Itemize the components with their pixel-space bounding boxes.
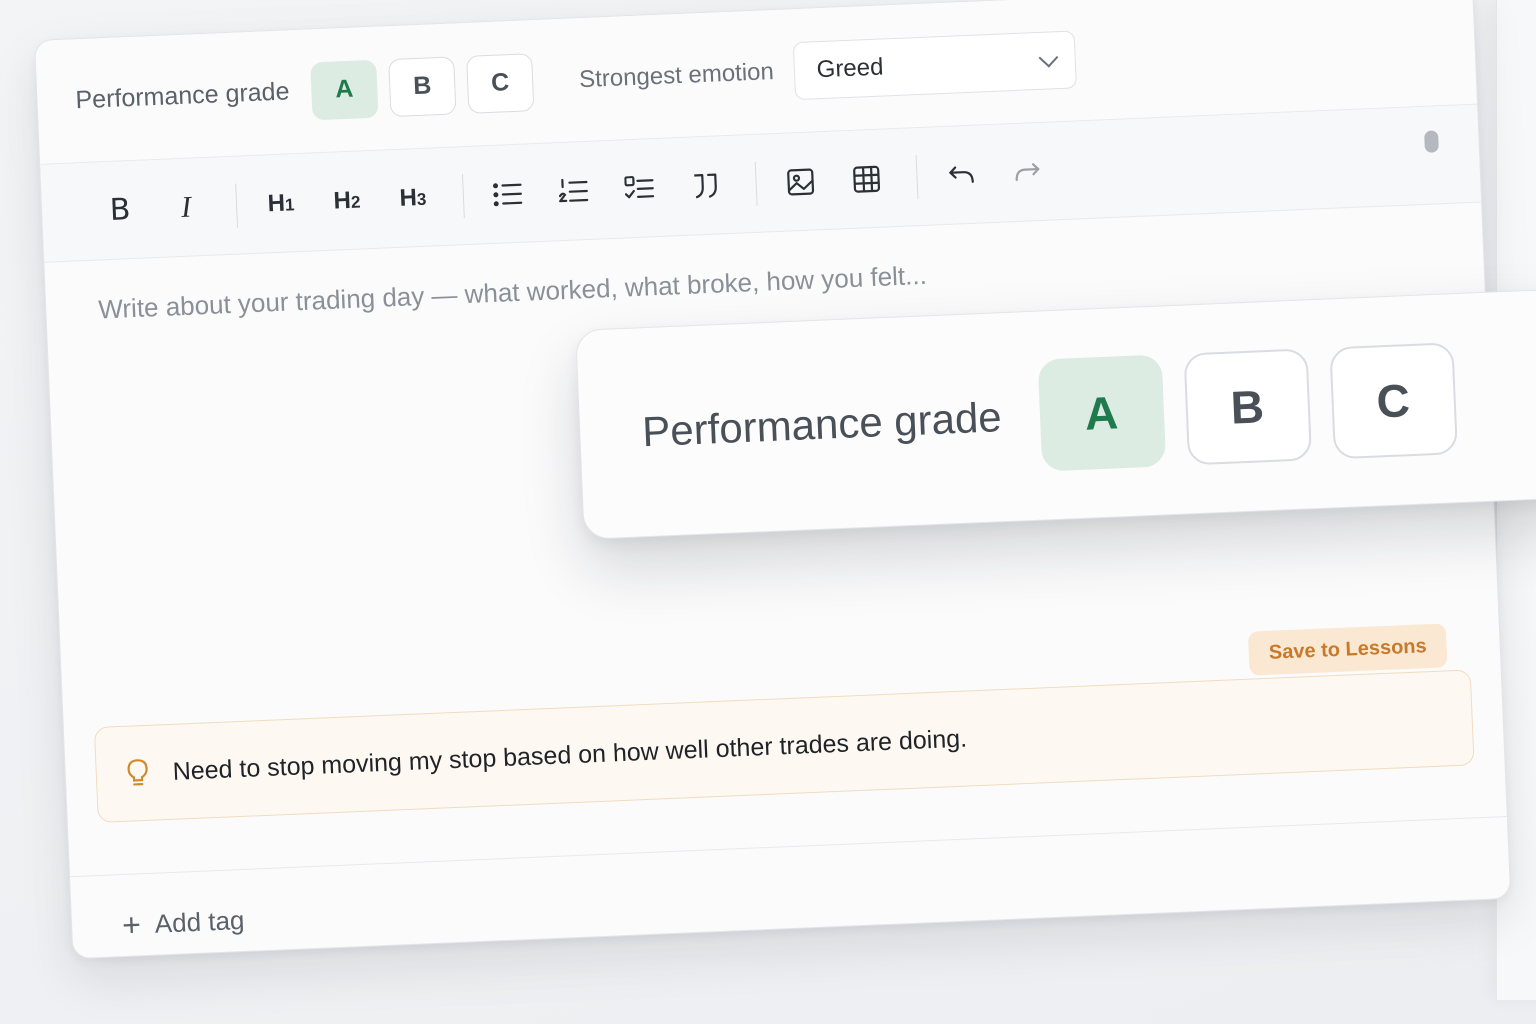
italic-button[interactable]: I	[155, 178, 217, 236]
heading-1-button[interactable]: H1	[250, 174, 312, 232]
emotion-select-value: Greed	[816, 52, 884, 83]
emotion-select[interactable]: Greed	[792, 29, 1077, 100]
numbered-list-icon	[558, 178, 589, 202]
toolbar-divider	[754, 161, 758, 206]
microphone-icon[interactable]	[1424, 130, 1439, 153]
lightbulb-icon	[127, 759, 148, 786]
add-tag-button[interactable]: + Add tag	[121, 901, 245, 943]
numbered-list-button[interactable]	[543, 162, 605, 220]
strongest-emotion-label: Strongest emotion	[578, 57, 775, 93]
zoom-grade-b-button[interactable]: B	[1183, 348, 1312, 466]
stage: Performance grade A B C Strongest emotio…	[0, 0, 1536, 1024]
bold-button[interactable]: B	[89, 181, 151, 239]
undo-icon	[949, 165, 974, 183]
italic-icon: I	[180, 190, 192, 224]
grade-a-button[interactable]: A	[310, 59, 379, 120]
heading-2-button[interactable]: H2	[316, 171, 378, 229]
insert-table-button[interactable]	[835, 150, 897, 208]
save-to-lessons-button[interactable]: Save to Lessons	[1247, 623, 1448, 676]
performance-grade-zoom: Performance grade A B C	[575, 288, 1536, 540]
grade-c-button[interactable]: C	[466, 52, 535, 114]
quote-button[interactable]	[675, 156, 737, 214]
image-icon	[787, 168, 815, 195]
grade-b-button[interactable]: B	[388, 55, 457, 117]
heading-2-icon: H2	[333, 186, 361, 215]
toolbar-divider	[461, 173, 465, 218]
toolbar-divider	[915, 154, 919, 199]
table-icon	[853, 165, 881, 193]
checklist-icon	[624, 175, 655, 198]
zoom-grade-c-button[interactable]: C	[1328, 342, 1458, 460]
heading-1-icon: H1	[267, 189, 295, 217]
redo-button[interactable]	[996, 143, 1058, 201]
zoom-grade-a-button[interactable]: A	[1037, 354, 1166, 472]
bullet-list-button[interactable]	[477, 165, 539, 223]
zoom-performance-grade-label: Performance grade	[641, 393, 1003, 456]
insert-image-button[interactable]	[769, 152, 831, 210]
card-footer: + Add tag	[70, 817, 1511, 959]
heading-3-button[interactable]: H3	[382, 169, 444, 227]
chevron-down-icon	[1038, 47, 1059, 68]
checklist-button[interactable]	[609, 159, 671, 217]
bullet-list-icon	[492, 182, 523, 206]
performance-grade-label: Performance grade	[74, 77, 290, 115]
heading-3-icon: H3	[398, 183, 427, 212]
undo-button[interactable]	[930, 146, 992, 204]
toolbar-divider	[235, 183, 239, 228]
add-tag-label: Add tag	[154, 904, 245, 939]
lesson-text: Need to stop moving my stop based on how…	[172, 724, 968, 786]
plus-icon: +	[121, 905, 142, 943]
quote-icon	[694, 172, 717, 198]
redo-icon	[1015, 162, 1040, 181]
bold-icon: B	[109, 192, 132, 228]
